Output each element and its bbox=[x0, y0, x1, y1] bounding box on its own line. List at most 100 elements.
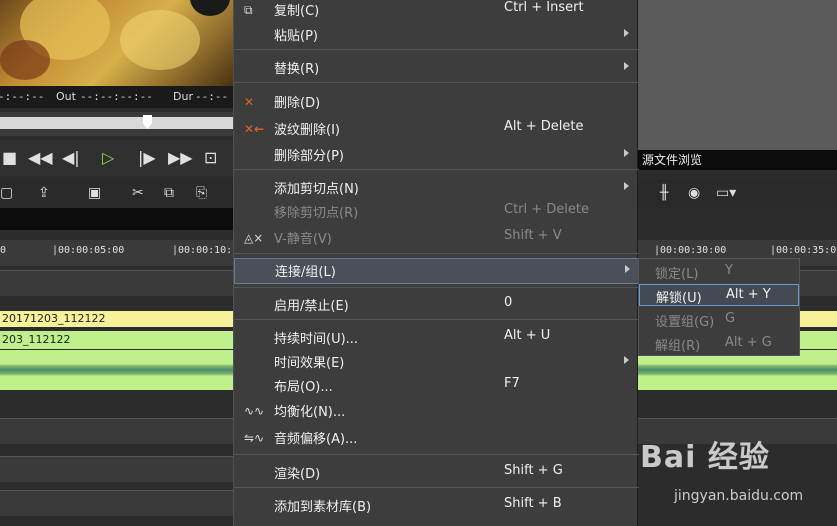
menu-item-label: 波纹删除(I) bbox=[274, 123, 340, 138]
audio-clip[interactable]: 203_112122 bbox=[0, 331, 233, 349]
submenu-item-label: 设置组(G) bbox=[655, 315, 715, 330]
track-lane bbox=[0, 456, 233, 482]
submenu-item-ungroup[interactable]: 解组(R) Alt + G bbox=[639, 333, 799, 355]
ripple-delete-icon: ✕← bbox=[244, 122, 265, 136]
menu-item-shortcut: 0 bbox=[504, 295, 513, 310]
menu-separator bbox=[234, 487, 639, 488]
track-lane bbox=[0, 418, 233, 444]
editor-window: -:--:-- Out --:--:--:-- Dur --:-- ■ ◀◀ ◀… bbox=[0, 0, 837, 526]
menu-item-link-group[interactable]: 连接/组(L) bbox=[234, 258, 639, 284]
menu-item-video-mute[interactable]: ◬× V-静音(V) Shift + V bbox=[234, 226, 639, 250]
dur-timecode: --:-- bbox=[195, 90, 229, 103]
menu-item-shortcut: Shift + V bbox=[504, 228, 562, 243]
menu-separator bbox=[234, 82, 639, 83]
menu-item-audio-offset[interactable]: ⇋∿ 音频偏移(A)... bbox=[234, 426, 639, 450]
copy-icon: ⧉ bbox=[244, 3, 253, 17]
baidu-jingyan-watermark: Bai 经验 jingyan.baidu.com bbox=[640, 432, 830, 512]
menu-item-time-effect[interactable]: 时间效果(E) bbox=[234, 350, 639, 374]
cut-icon[interactable]: ✂ bbox=[132, 185, 144, 201]
menu-item-label: 连接/组(L) bbox=[275, 265, 336, 280]
menu-item-label: 均衡化(N)... bbox=[274, 405, 346, 420]
open-icon[interactable]: ⇪ bbox=[38, 185, 50, 201]
color-icon[interactable]: ◉ bbox=[688, 185, 700, 201]
menu-item-remove-cut-point[interactable]: 移除剪切点(R) Ctrl + Delete bbox=[234, 200, 639, 224]
dur-label: Dur bbox=[173, 90, 193, 103]
scrub-bar[interactable] bbox=[0, 112, 233, 136]
fast-forward-icon[interactable]: ▶▶ bbox=[168, 148, 193, 167]
menu-separator bbox=[234, 454, 639, 455]
menu-item-copy[interactable]: ⧉ 复制(C) Ctrl + Insert bbox=[234, 0, 639, 22]
watermark-brand: Bai 经验 bbox=[640, 440, 770, 475]
scrub-track[interactable] bbox=[0, 117, 233, 129]
menu-separator bbox=[234, 319, 639, 320]
menu-separator bbox=[234, 49, 639, 50]
file-browser-label: 源文件浏览 bbox=[642, 153, 703, 167]
submenu-item-shortcut: Alt + G bbox=[725, 335, 772, 350]
submenu-arrow-icon bbox=[624, 149, 629, 157]
rewind-icon[interactable]: ◀◀ bbox=[28, 148, 53, 167]
menu-item-replace[interactable]: 替换(R) bbox=[234, 56, 639, 80]
new-icon[interactable]: ▢ bbox=[0, 185, 13, 201]
menu-item-layout[interactable]: 布局(O)... F7 bbox=[234, 374, 639, 398]
submenu-item-shortcut: Y bbox=[725, 263, 733, 278]
save-icon[interactable]: ▣ bbox=[88, 185, 101, 201]
step-forward-icon[interactable]: |▶ bbox=[138, 148, 156, 167]
watermark-url: jingyan.baidu.com bbox=[674, 488, 804, 504]
right-toolbar: ╫ ◉ ▭▾ bbox=[638, 180, 837, 208]
submenu-arrow-icon bbox=[625, 265, 630, 273]
delete-x-icon: ✕ bbox=[244, 95, 255, 109]
menu-item-normalize[interactable]: ∿∿ 均衡化(N)... bbox=[234, 399, 639, 423]
menu-item-label: 删除部分(P) bbox=[274, 149, 344, 164]
menu-item-ripple-delete[interactable]: ✕← 波纹删除(I) Alt + Delete bbox=[234, 117, 639, 141]
loop-icon[interactable]: ⊡ bbox=[204, 148, 217, 167]
audio-waveform bbox=[0, 350, 233, 390]
menu-item-shortcut: Shift + G bbox=[504, 463, 563, 478]
menu-separator bbox=[234, 169, 639, 170]
video-clip-right[interactable] bbox=[800, 311, 837, 327]
track-lane bbox=[0, 270, 233, 296]
submenu-arrow-icon bbox=[624, 62, 629, 70]
view-icon[interactable]: ▭▾ bbox=[716, 185, 736, 201]
menu-item-label: 替换(R) bbox=[274, 62, 320, 77]
submenu-item-label: 解组(R) bbox=[655, 339, 701, 354]
audio-clip-right[interactable] bbox=[800, 331, 837, 349]
menu-item-paste[interactable]: 粘贴(P) bbox=[234, 23, 639, 47]
video-clip[interactable]: 20171203_112122 bbox=[0, 311, 233, 327]
menu-item-duration[interactable]: 持续时间(U)... Alt + U bbox=[234, 326, 639, 350]
menu-item-label: 删除(D) bbox=[274, 96, 321, 111]
submenu-item-unlock[interactable]: 解锁(U) Alt + Y bbox=[639, 284, 799, 306]
menu-item-render[interactable]: 渲染(D) Shift + G bbox=[234, 461, 639, 485]
submenu-item-set-group[interactable]: 设置组(G) G bbox=[639, 309, 799, 331]
copy-toolbar-icon[interactable]: ⧉ bbox=[164, 185, 174, 201]
menu-item-label: 移除剪切点(R) bbox=[274, 206, 359, 221]
right-panel bbox=[638, 0, 837, 150]
context-menu: ⧉ 复制(C) Ctrl + Insert 粘贴(P) 替换(R) ✕ 删除(D… bbox=[233, 0, 639, 526]
timeline-toolbar: ▢ ⇪ ▣ ✂ ⧉ ⎘ bbox=[0, 180, 233, 208]
in-timecode: -:--:-- bbox=[0, 90, 45, 103]
file-browser-tab[interactable]: 源文件浏览 bbox=[638, 150, 837, 170]
menu-item-label: 音频偏移(A)... bbox=[274, 432, 358, 447]
submenu-item-shortcut: G bbox=[725, 311, 736, 326]
submenu-arrow-icon bbox=[624, 182, 629, 190]
play-icon[interactable]: ▷ bbox=[102, 148, 114, 167]
paste-toolbar-icon[interactable]: ⎘ bbox=[196, 185, 207, 201]
audio-waveform-right bbox=[638, 350, 837, 390]
out-label: Out bbox=[56, 90, 76, 103]
menu-item-label: 粘贴(P) bbox=[274, 29, 318, 44]
ruler-tick: |00:00:10: bbox=[172, 245, 233, 256]
mixer-icon[interactable]: ╫ bbox=[660, 185, 668, 201]
stop-icon[interactable]: ■ bbox=[2, 148, 17, 167]
timecode-bar: -:--:-- Out --:--:--:-- Dur --:-- bbox=[0, 86, 233, 108]
submenu-item-label: 锁定(L) bbox=[655, 267, 699, 282]
ruler-tick: |00:00:30:00 bbox=[654, 245, 727, 256]
audio-offset-icon: ⇋∿ bbox=[244, 431, 265, 445]
menu-item-enable-disable[interactable]: 启用/禁止(E) 0 bbox=[234, 293, 639, 317]
menu-item-add-to-bin[interactable]: 添加到素材库(B) Shift + B bbox=[234, 494, 639, 518]
menu-item-delete[interactable]: ✕ 删除(D) bbox=[234, 90, 639, 114]
step-back-icon[interactable]: ◀| bbox=[62, 148, 80, 167]
ruler-tick: |00:00:05:00 bbox=[52, 245, 125, 256]
submenu-item-lock[interactable]: 锁定(L) Y bbox=[639, 261, 799, 283]
menu-item-add-cut-point[interactable]: 添加剪切点(N) bbox=[234, 176, 639, 200]
video-mute-icon: ◬× bbox=[244, 231, 264, 245]
menu-item-delete-part[interactable]: 删除部分(P) bbox=[234, 143, 639, 167]
